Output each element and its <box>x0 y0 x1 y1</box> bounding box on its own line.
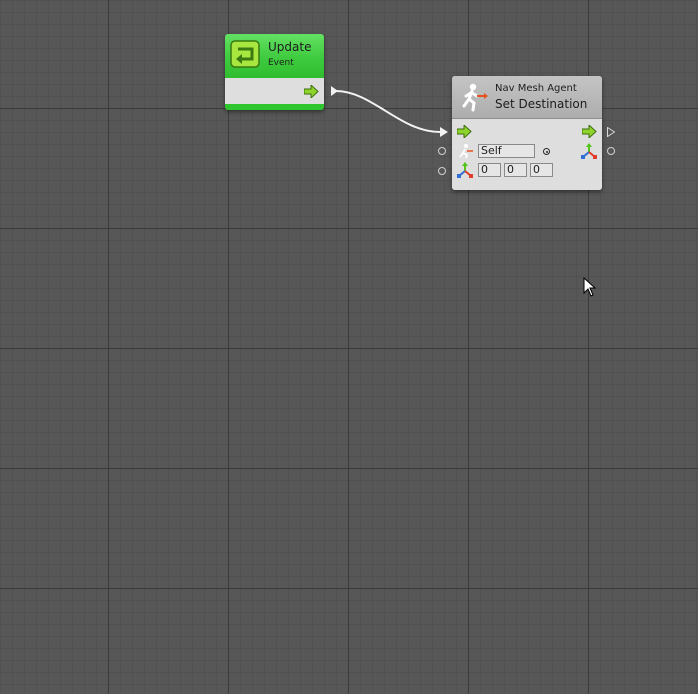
flow-in-arrow-icon[interactable] <box>457 125 472 138</box>
update-event-body <box>225 78 324 104</box>
set-destination-header[interactable]: Nav Mesh Agent Set Destination <box>452 76 602 119</box>
update-event-node[interactable]: Update Event <box>225 34 324 110</box>
graph-canvas[interactable]: Update Event Nav Mesh Agent Set Destinat… <box>0 0 698 694</box>
event-subtitle: Event <box>268 58 294 68</box>
node-method-label: Set Destination <box>495 97 588 111</box>
event-title: Update <box>268 40 312 54</box>
flow-out-arrow-icon[interactable] <box>304 85 319 98</box>
destination-z-value: 0 <box>533 163 540 176</box>
update-event-header[interactable]: Update Event <box>225 34 324 78</box>
destination-x-value: 0 <box>481 163 488 176</box>
destination-input-port[interactable] <box>438 167 446 175</box>
object-picker-icon[interactable] <box>543 148 550 155</box>
nav-agent-icon <box>459 144 473 159</box>
flow-output-port[interactable] <box>607 127 615 137</box>
update-event-footer <box>225 104 324 110</box>
destination-z-field[interactable]: 0 <box>530 163 553 177</box>
destination-y-field[interactable]: 0 <box>504 163 527 177</box>
target-input-port[interactable] <box>438 147 446 155</box>
set-destination-body: Self 0 0 0 <box>452 119 602 190</box>
vector-output-port[interactable] <box>607 147 615 155</box>
xyz-axis-icon[interactable] <box>581 143 597 159</box>
destination-x-field[interactable]: 0 <box>478 163 501 177</box>
running-man-icon <box>462 83 488 112</box>
xyz-axis-icon <box>457 162 473 178</box>
target-agent-value: Self <box>481 144 502 157</box>
destination-y-value: 0 <box>507 163 514 176</box>
mouse-cursor-icon <box>583 277 597 297</box>
node-class-label: Nav Mesh Agent <box>495 83 577 94</box>
set-destination-node[interactable]: Nav Mesh Agent Set Destination Self 0 0 … <box>452 76 602 190</box>
flow-out-arrow-icon[interactable] <box>582 125 597 138</box>
target-agent-field[interactable]: Self <box>478 144 535 158</box>
loop-arrow-icon <box>230 40 260 68</box>
